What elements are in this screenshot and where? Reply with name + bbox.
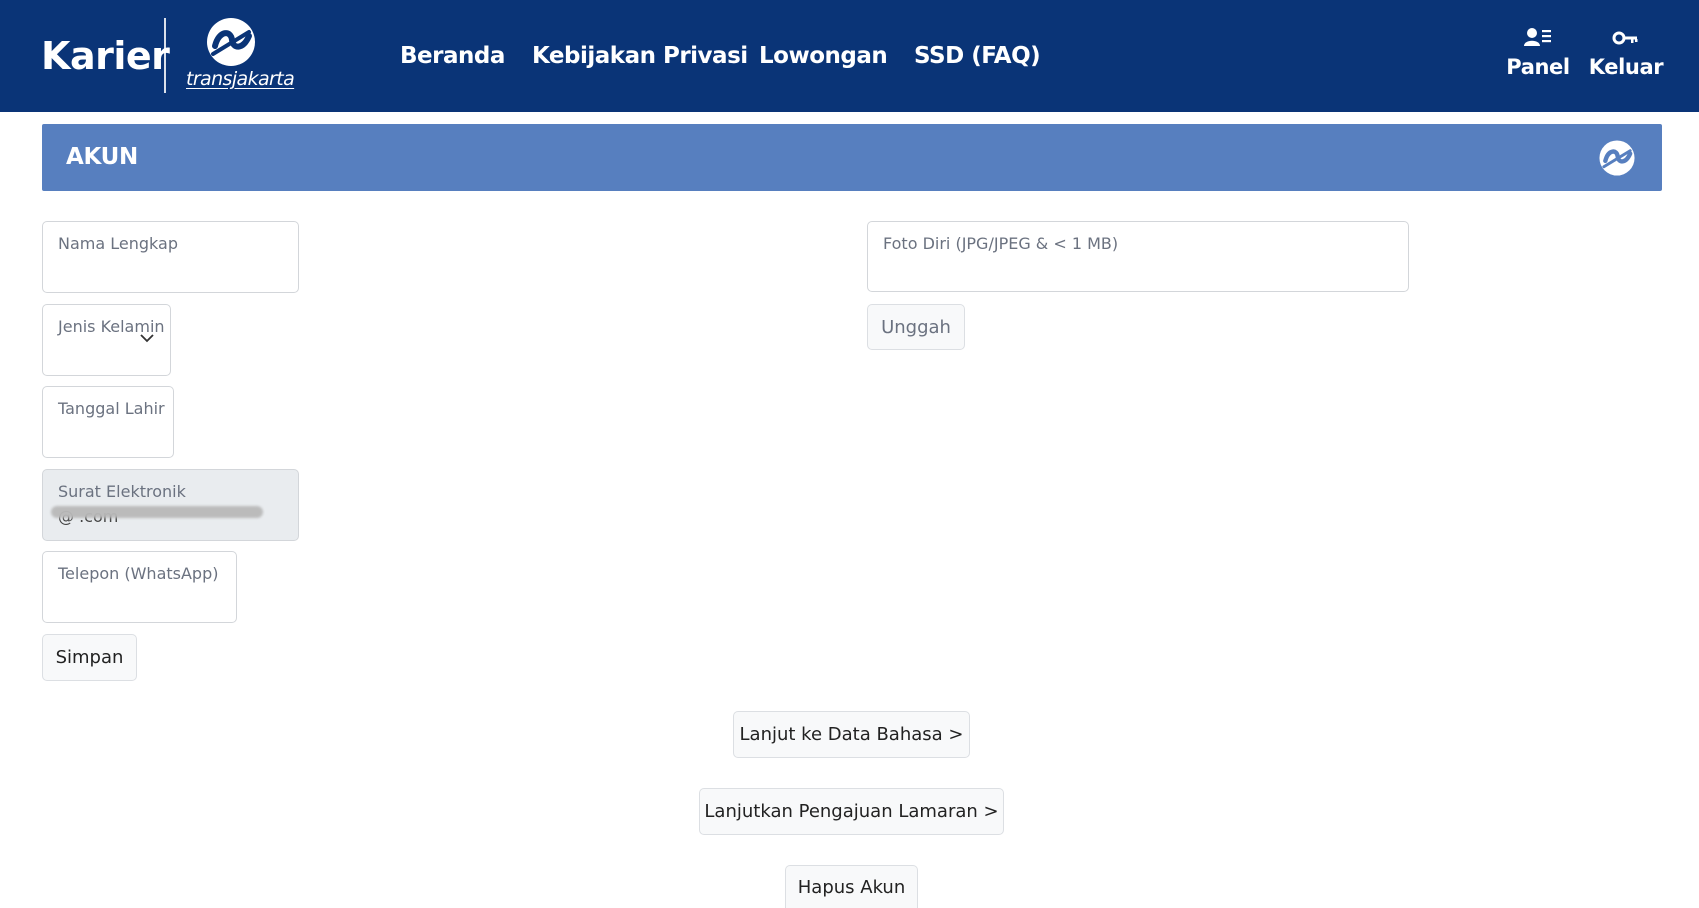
panel-label: Panel [1506, 55, 1570, 79]
brand-title[interactable]: Karier [41, 30, 170, 82]
lanjutkan-pengajuan-lamaran-button[interactable]: Lanjutkan Pengajuan Lamaran > [699, 788, 1004, 835]
section-title: AKUN [66, 144, 138, 170]
telepon-label: Telepon (WhatsApp) [58, 564, 219, 583]
telepon-input[interactable] [58, 595, 221, 614]
lanjut-data-bahasa-button[interactable]: Lanjut ke Data Bahasa > [733, 711, 970, 758]
telepon-field[interactable]: Telepon (WhatsApp) [42, 551, 237, 623]
user-list-icon [1524, 28, 1551, 46]
brand-divider [164, 18, 166, 93]
tanggal-lahir-input[interactable] [58, 430, 158, 449]
unggah-button[interactable]: Unggah [867, 304, 965, 350]
simpan-button[interactable]: Simpan [42, 634, 137, 681]
keluar-button[interactable]: Keluar [1581, 24, 1671, 90]
tanggal-lahir-label: Tanggal Lahir [58, 399, 165, 418]
nama-lengkap-field[interactable]: Nama Lengkap [42, 221, 299, 293]
transjakarta-wordmark: transjakarta [186, 68, 295, 90]
nav-kebijakan-privasi[interactable]: Kebijakan Privasi [532, 36, 748, 76]
top-navbar: Karier transjakarta Beranda Kebijakan Pr… [0, 0, 1699, 112]
foto-diri-field[interactable]: Foto Diri (JPG/JPEG & < 1 MB) [867, 221, 1409, 292]
jenis-kelamin-select[interactable]: Jenis Kelamin [42, 304, 171, 376]
nav-ssd-faq[interactable]: SSD (FAQ) [914, 36, 1041, 76]
nama-lengkap-input[interactable] [58, 265, 283, 284]
hapus-akun-button[interactable]: Hapus Akun [785, 865, 918, 908]
transjakarta-emblem-icon [1599, 140, 1635, 176]
nav-lowongan[interactable]: Lowongan [759, 36, 888, 76]
surat-elektronik-field: Surat Elektronik @ .com [42, 469, 299, 541]
redaction-bar [51, 506, 263, 518]
key-icon [1612, 31, 1638, 45]
transjakarta-emblem-icon [207, 18, 255, 66]
surat-elektronik-label: Surat Elektronik [58, 482, 186, 501]
nama-lengkap-label: Nama Lengkap [58, 234, 178, 253]
panel-button[interactable]: Panel [1493, 24, 1583, 90]
keluar-label: Keluar [1588, 55, 1664, 79]
tanggal-lahir-field[interactable]: Tanggal Lahir [42, 386, 174, 458]
section-banner: AKUN [42, 124, 1662, 191]
nav-beranda[interactable]: Beranda [400, 36, 505, 76]
transjakarta-logo[interactable]: transjakarta [184, 16, 295, 96]
chevron-down-icon [140, 334, 154, 343]
